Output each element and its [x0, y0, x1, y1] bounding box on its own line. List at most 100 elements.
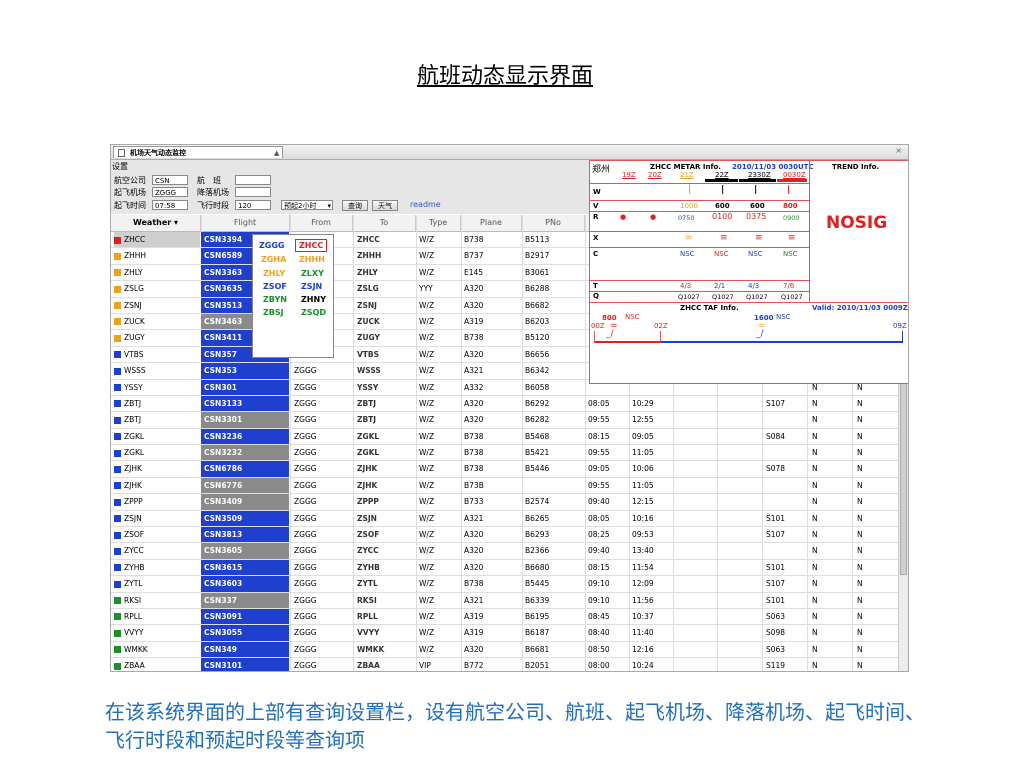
extra2-cell [718, 445, 762, 460]
popup-airport[interactable]: ZBSJ [263, 308, 284, 317]
flight-period-input[interactable]: 120 [235, 200, 271, 210]
table-row[interactable]: ZSOF CSN3813 ZGGG ZSOF W/Z A320 B6293 08:25 09:5… [111, 527, 898, 544]
table-row[interactable]: ZYHB CSN3615 ZGGG ZYHB W/Z A320 B6680 08:15 11:5… [111, 559, 898, 577]
table-row[interactable]: ZYCC CSN3605 ZGGG ZYCC W/Z A320 B2366 09:40 13:4… [111, 543, 898, 560]
column-to[interactable]: To [353, 215, 416, 231]
pre-departure-select[interactable]: 预起2小时 ▾ [281, 200, 333, 210]
table-row[interactable]: ZYTL CSN3603 ZGGG ZYTL W/Z B738 B5445 09:10 12:0… [111, 576, 898, 593]
column-from[interactable]: From [290, 215, 353, 231]
flag1-cell: N [812, 448, 818, 458]
table-row[interactable]: ZBAA CSN3101 ZGGG ZBAA VIP B772 B2051 08:00 10:2… [111, 658, 898, 671]
query-button[interactable]: 查询 [342, 200, 368, 211]
type-cell: W/Z [419, 448, 435, 458]
column-type[interactable]: Type [416, 215, 461, 231]
column-weather[interactable]: Weather ▾ [111, 215, 201, 231]
popup-airport[interactable]: ZGHA [261, 255, 286, 264]
flight-cell: CSN3101 [201, 658, 289, 671]
column-flight[interactable]: Flight [201, 215, 290, 231]
flag2-cell: N [857, 611, 863, 621]
type-cell: W/Z [419, 251, 435, 261]
stand-cell: S101 [766, 562, 786, 572]
to-cell: ZBTJ [357, 415, 377, 425]
popup-airport[interactable]: ZHNY [301, 295, 326, 304]
table-row[interactable]: ZPPP CSN3409 ZGGG ZPPP W/Z B733 B2574 09:40 12:1… [111, 494, 898, 511]
visibility-value: 1000 [680, 202, 698, 210]
popup-airport[interactable]: ZSJN [301, 282, 322, 291]
weather-cell: WMKK [114, 642, 200, 657]
popup-airport[interactable]: ZSOF [263, 282, 287, 291]
flag1-cell: N [812, 661, 818, 671]
weather-airport-code: ZBTJ [124, 398, 142, 408]
pno-cell: B5445 [525, 579, 550, 589]
time1-cell: 08:00 [588, 661, 610, 671]
plane-cell: B772 [464, 661, 484, 671]
table-row[interactable]: ZBTJ CSN3301 ZGGG ZBTJ W/Z A320 B6282 09:55 12:5… [111, 412, 898, 429]
tab-up-arrow-icon[interactable]: ▲ [274, 147, 279, 159]
readme-link[interactable]: readme [410, 200, 441, 209]
weather-cell: ZGKL [114, 429, 200, 444]
type-cell: W/Z [419, 579, 435, 589]
stand-cell: S063 [766, 611, 786, 621]
tab-weather-monitor[interactable]: 机场天气动态监控 ▲ [113, 146, 283, 158]
plane-cell: B733 [464, 497, 484, 507]
cloud-value: NSC [714, 250, 729, 258]
extra2-cell [718, 658, 762, 671]
status-square-icon [114, 318, 121, 326]
status-square-icon [114, 498, 121, 506]
flag2-cell: N [857, 431, 863, 441]
popup-airport[interactable]: ZHLY [263, 269, 285, 278]
airport-popup: ZGGG ZHCC ZGHA ZHHH ZHLY ZLXY ZSOF ZSJN … [252, 234, 334, 358]
from-cell: ZGGG [294, 382, 317, 392]
flag1-cell: N [812, 497, 818, 507]
table-row[interactable]: ZGKL CSN3232 ZGGG ZGKL W/Z B738 B5421 09:55 11:0… [111, 445, 898, 462]
extra2-cell [718, 494, 762, 509]
weather-cell: ZHLY [114, 265, 200, 280]
pno-cell: B6187 [525, 628, 550, 638]
popup-airport[interactable]: ZBYN [263, 295, 287, 304]
to-cell: ZSOF [357, 530, 380, 540]
from-cell: ZGGG [294, 431, 317, 441]
flag1-cell: N [812, 611, 818, 621]
popup-airport[interactable]: ZHCC [295, 239, 328, 252]
weather-airport-code: ZHLY [124, 267, 143, 277]
flight-cell: CSN301 [201, 379, 289, 395]
status-square-icon [114, 449, 121, 457]
table-row[interactable]: ZBTJ CSN3133 ZGGG ZBTJ W/Z A320 B6292 08:05 10:2… [111, 395, 898, 413]
pno-cell: B3061 [525, 267, 550, 277]
table-row[interactable]: ZJHK CSN6776 ZGGG ZJHK W/Z B73B 09:55 11:05 N N [111, 477, 898, 495]
departure-airport-input[interactable]: ZGGG [152, 187, 188, 197]
extra1-cell [674, 396, 718, 411]
table-row[interactable]: VVYY CSN3055 ZGGG VVYY W/Z A319 B6187 08:40 11:4… [111, 625, 898, 642]
flight-cell: CSN3232 [201, 445, 289, 461]
table-row[interactable]: ZGKL CSN3236 ZGGG ZGKL W/Z B738 B5468 08:15 09:0… [111, 428, 898, 446]
popup-airport[interactable]: ZLXY [301, 269, 324, 278]
close-icon[interactable]: × [895, 146, 902, 155]
flag1-cell: N [812, 595, 818, 605]
from-cell: ZGGG [294, 661, 317, 671]
table-row[interactable]: ZSJN CSN3509 ZGGG ZSJN W/Z A321 B6265 08:05 10:1… [111, 510, 898, 528]
status-square-icon [114, 252, 121, 260]
plane-cell: A321 [464, 366, 484, 376]
flag1-cell: N [812, 464, 818, 474]
flag1-cell: N [812, 480, 818, 490]
arrival-airport-input[interactable] [235, 187, 271, 197]
popup-airport[interactable]: ZHHH [299, 255, 325, 264]
popup-airport[interactable]: ZGGG [259, 241, 285, 250]
table-row[interactable]: ZJHK CSN6786 ZGGG ZJHK W/Z B738 B5446 09:05 10:0… [111, 461, 898, 478]
popup-airport[interactable]: ZSQD [301, 308, 326, 317]
temp-value: 2/1 [714, 282, 726, 290]
table-row[interactable]: WMKK CSN349 ZGGG WMKK W/Z A320 B6681 08:50 12:16… [111, 641, 898, 659]
table-row[interactable]: RKSI CSN337 ZGGG RKSI W/Z A321 B6339 09:10 11:56… [111, 592, 898, 609]
airline-input[interactable]: CSN [152, 175, 188, 185]
pno-cell: B6282 [525, 415, 550, 425]
table-row[interactable]: RPLL CSN3091 ZGGG RPLL W/Z A319 B6195 08:45 10:3… [111, 608, 898, 626]
column-pno[interactable]: PNo [522, 215, 585, 231]
pno-cell: B6342 [525, 366, 550, 376]
column-plane[interactable]: Plane [461, 215, 522, 231]
weather-cell: ZYTL [114, 576, 200, 591]
type-cell: W/Z [419, 530, 435, 540]
weather-button[interactable]: 天气 [372, 200, 398, 211]
flight-input[interactable] [235, 175, 271, 185]
to-cell: ZJHK [357, 464, 378, 474]
departure-time-input[interactable]: 07:58 [152, 200, 188, 210]
